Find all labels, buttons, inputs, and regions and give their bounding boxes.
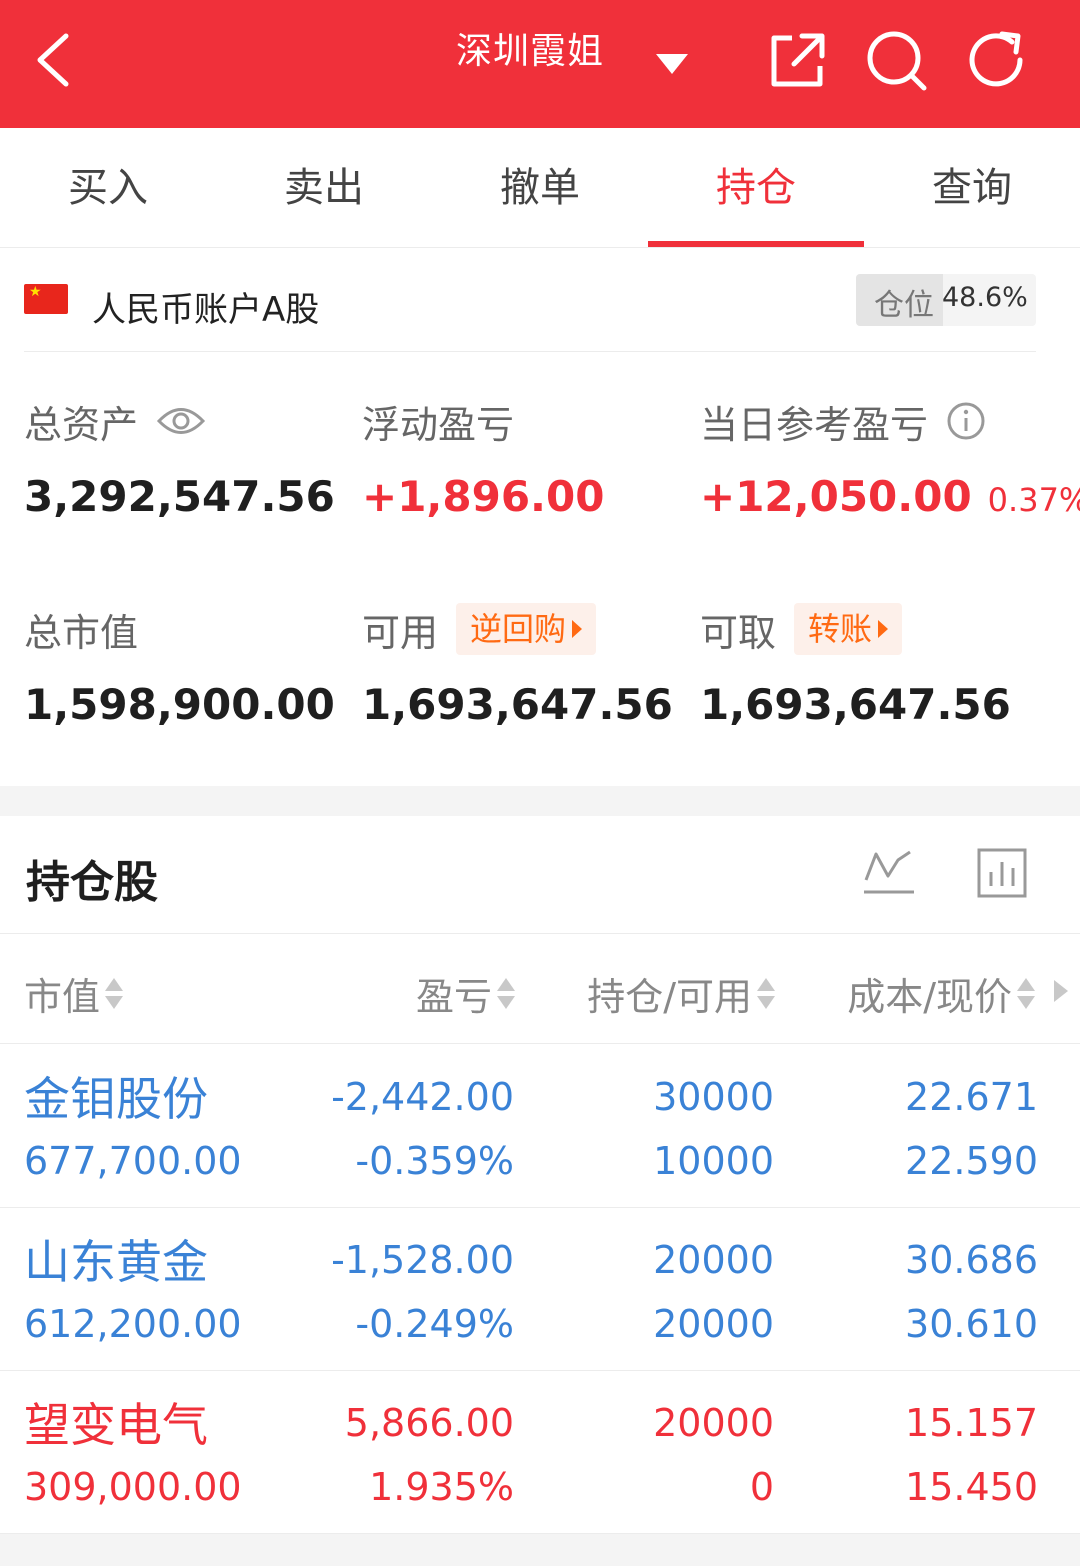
sort-icon <box>1016 974 1036 1014</box>
sort-icon <box>104 974 124 1014</box>
holdings-title: 持仓股 <box>26 857 158 908</box>
market-value: 总市值 1,598,900.00 <box>24 604 335 730</box>
tab-cancel[interactable]: 撤单 <box>432 128 648 247</box>
more-columns-icon[interactable] <box>1054 980 1068 1002</box>
reverse-repo-button[interactable]: 逆回购 <box>456 603 597 655</box>
stock-holding: 30000 <box>653 1075 774 1119</box>
trade-tabs: 买入 卖出 撤单 持仓 查询 <box>0 128 1080 248</box>
position-label: 仓位 <box>874 288 934 323</box>
stock-market-value: 612,200.00 <box>24 1302 242 1346</box>
sort-cost[interactable]: 成本/现价 <box>847 966 1036 1021</box>
daily-pnl-pct: 0.37% <box>987 481 1080 519</box>
table-row[interactable]: 金钼股份 677,700.00 -2,442.00 -0.359% 30000 … <box>0 1045 1080 1208</box>
tab-query[interactable]: 查询 <box>864 128 1080 247</box>
stock-holding: 20000 <box>653 1238 774 1282</box>
market-value-value: 1,598,900.00 <box>24 680 335 729</box>
stock-market-value: 677,700.00 <box>24 1139 242 1183</box>
section-divider <box>0 786 1080 816</box>
market-value-label: 总市值 <box>24 610 139 655</box>
stock-holding: 20000 <box>653 1401 774 1445</box>
sort-market-value[interactable]: 市值 <box>24 966 124 1021</box>
position-value: 48.6% <box>942 282 1028 313</box>
position-ratio: 仓位 48.6% <box>856 274 1036 326</box>
floating-pnl-value: +1,896.00 <box>362 472 605 521</box>
total-assets: 总资产 3,292,547.56 <box>24 396 335 522</box>
sort-icon <box>756 974 776 1014</box>
sort-holding[interactable]: 持仓/可用 <box>587 966 776 1021</box>
col-pnl-label: 盈亏 <box>415 975 492 1019</box>
stock-price: 22.590 <box>905 1139 1038 1183</box>
available-funds: 可用 逆回购 1,693,647.56 <box>362 603 673 729</box>
bottom-spacer <box>0 1534 1080 1566</box>
stock-pnl-pct: -0.359% <box>355 1139 514 1183</box>
stock-pnl: -2,442.00 <box>331 1075 514 1119</box>
stock-pnl: -1,528.00 <box>331 1238 514 1282</box>
stock-cost: 15.157 <box>905 1401 1038 1445</box>
stock-name: 金钼股份 <box>24 1072 208 1126</box>
floating-pnl-label: 浮动盈亏 <box>362 402 515 447</box>
withdrawable-funds: 可取 转账 1,693,647.56 <box>700 603 1011 729</box>
col-market-value-label: 市值 <box>24 975 101 1019</box>
stock-pnl: 5,866.00 <box>344 1401 514 1445</box>
stock-name: 望变电气 <box>24 1398 208 1452</box>
trend-chart-icon[interactable] <box>862 846 916 900</box>
stock-cost: 22.671 <box>905 1075 1038 1119</box>
stock-available: 20000 <box>653 1302 774 1346</box>
available-label: 可用 <box>362 610 439 655</box>
bar-chart-icon[interactable] <box>976 846 1030 900</box>
withdrawable-value: 1,693,647.56 <box>700 680 1011 729</box>
account-name: 人民币账户A股 <box>92 290 320 330</box>
sort-pnl[interactable]: 盈亏 <box>416 966 516 1021</box>
top-bar: 深圳霞姐 <box>0 0 1080 128</box>
tab-holdings[interactable]: 持仓 <box>648 128 864 247</box>
refresh-icon[interactable] <box>966 28 1030 92</box>
arrow-right-icon <box>878 620 889 638</box>
stock-price: 30.610 <box>905 1302 1038 1346</box>
stock-pnl-pct: -0.249% <box>355 1302 514 1346</box>
arrow-right-icon <box>572 620 583 638</box>
tab-sell[interactable]: 卖出 <box>216 128 432 247</box>
account-row: 人民币账户A股 仓位 48.6% <box>24 260 1036 352</box>
total-assets-label: 总资产 <box>24 402 139 447</box>
stock-price: 15.450 <box>905 1465 1038 1509</box>
holdings-header: 持仓股 <box>0 816 1080 934</box>
tab-buy[interactable]: 买入 <box>0 128 216 247</box>
transfer-label: 转账 <box>808 610 873 648</box>
stock-market-value: 309,000.00 <box>24 1465 242 1509</box>
withdrawable-label: 可取 <box>700 610 777 655</box>
table-row[interactable]: 望变电气 309,000.00 5,866.00 1.935% 20000 0 … <box>0 1371 1080 1534</box>
transfer-button[interactable]: 转账 <box>794 603 903 655</box>
info-icon[interactable] <box>946 401 986 441</box>
eye-icon[interactable] <box>156 404 206 438</box>
china-flag-icon <box>24 284 68 314</box>
sort-icon <box>496 974 516 1014</box>
holdings-columns: 市值 盈亏 持仓/可用 成本/现价 <box>0 934 1080 1044</box>
col-holding-label: 持仓/可用 <box>587 975 752 1019</box>
stock-pnl-pct: 1.935% <box>369 1465 514 1509</box>
col-cost-label: 成本/现价 <box>847 975 1012 1019</box>
stock-available: 10000 <box>653 1139 774 1183</box>
dropdown-icon[interactable] <box>652 48 692 78</box>
stock-cost: 30.686 <box>905 1238 1038 1282</box>
stock-available: 0 <box>749 1465 774 1509</box>
reverse-repo-label: 逆回购 <box>470 610 567 648</box>
total-assets-value: 3,292,547.56 <box>24 472 335 521</box>
share-icon[interactable] <box>764 28 828 92</box>
daily-pnl: 当日参考盈亏 +12,050.00 0.37% <box>700 396 1080 521</box>
table-row[interactable]: 山东黄金 612,200.00 -1,528.00 -0.249% 20000 … <box>0 1208 1080 1371</box>
floating-pnl: 浮动盈亏 +1,896.00 <box>362 396 605 522</box>
stock-name: 山东黄金 <box>24 1235 208 1289</box>
available-value: 1,693,647.56 <box>362 680 673 729</box>
search-icon[interactable] <box>864 28 928 92</box>
daily-pnl-label: 当日参考盈亏 <box>700 402 929 447</box>
daily-pnl-value: +12,050.00 <box>700 472 972 521</box>
